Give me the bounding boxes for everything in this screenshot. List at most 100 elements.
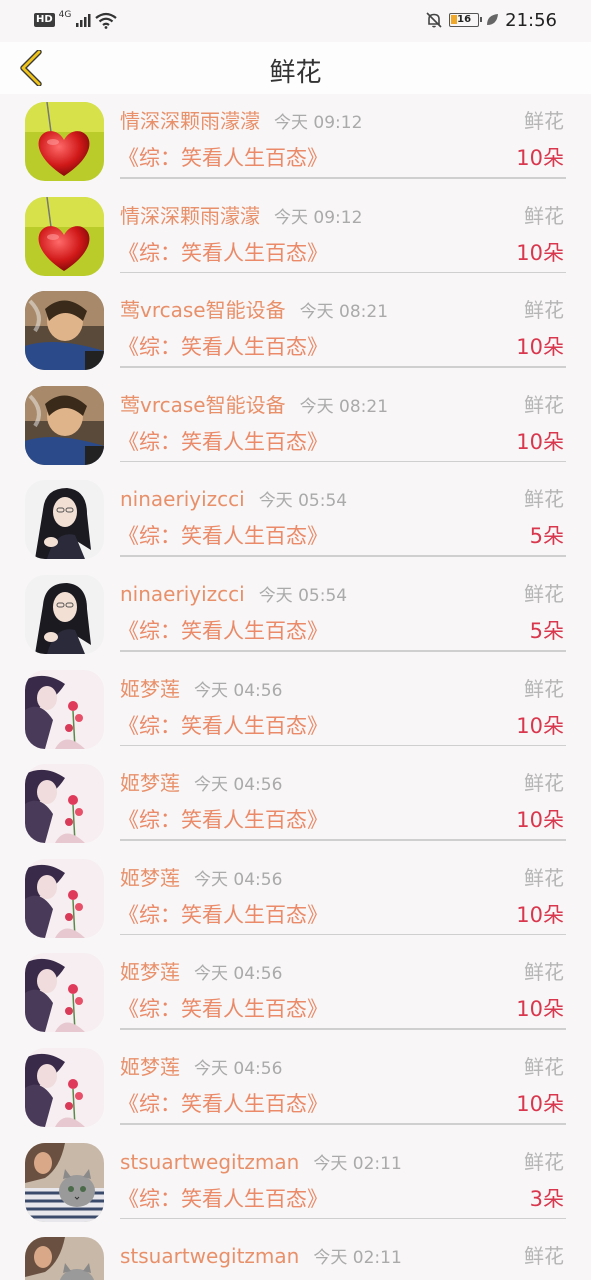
username-text: 姬梦莲: [120, 676, 180, 701]
username: ninaeriyizcci 今天 05:54: [120, 581, 347, 609]
timestamp: 今天 04:56: [194, 680, 283, 701]
gift-count: 10朵: [516, 808, 564, 833]
list-item[interactable]: 莺vrcase智能设备 今天 08:21 鲜花 《综：笑看人生百态》 10朵: [0, 283, 591, 378]
list-item[interactable]: 姬梦莲 今天 04:56 鲜花 《综：笑看人生百态》 10朵: [0, 851, 591, 946]
timestamp: 今天 02:11: [313, 1248, 402, 1269]
divider: [120, 839, 566, 841]
timestamp: 今天 05:54: [258, 491, 348, 512]
timestamp: 今天 09:12: [274, 113, 363, 133]
divider: [120, 177, 566, 179]
gift-type: 鲜花: [524, 676, 564, 701]
book-title: 《综：笑看人生百态》: [118, 429, 328, 454]
username: 莺vrcase智能设备 今天 08:21: [120, 392, 388, 420]
divider: [120, 1217, 566, 1220]
list-item[interactable]: 姬梦莲 今天 04:56 鲜花 《综：笑看人生百态》 10朵: [0, 945, 591, 1040]
avatar-image[interactable]: [25, 291, 104, 371]
gift-type: 鲜花: [524, 392, 564, 417]
username: 情深深颗雨濛濛 今天 09:12: [120, 203, 362, 231]
list-item[interactable]: ninaeriyizcci 今天 05:54 鲜花 《综：笑看人生百态》 5朵: [0, 567, 591, 662]
avatar-image[interactable]: [25, 1237, 104, 1280]
username: 姬梦莲 今天 04:56: [120, 865, 282, 893]
timestamp: 今天 08:21: [299, 302, 389, 323]
divider: [120, 1123, 566, 1125]
network-type: 4G: [58, 10, 72, 20]
username-text: 莺vrcase智能设备: [120, 392, 286, 417]
book-title: 《综：笑看人生百态》: [118, 1091, 328, 1116]
gift-list: 情深深颗雨濛濛 今天 09:12 鲜花 《综：笑看人生百态》 10朵 情深深颗雨濛…: [0, 94, 591, 1280]
divider: [120, 555, 566, 557]
username-text: stsuartwegitzman: [120, 1244, 300, 1269]
divider: [120, 650, 566, 652]
username-text: 情深深颗雨濛濛: [120, 109, 260, 133]
gift-count: 10朵: [516, 429, 564, 454]
list-item[interactable]: 情深深颗雨濛濛 今天 09:12 鲜花 《综：笑看人生百态》 10朵: [0, 189, 591, 284]
list-item[interactable]: stsuartwegitzman 今天 02:11 鲜花 《综：笑看人生百态》 3…: [0, 1135, 591, 1230]
avatar-image[interactable]: [25, 480, 104, 560]
list-item[interactable]: 莺vrcase智能设备 今天 08:21 鲜花 《综：笑看人生百态》 10朵: [0, 378, 591, 473]
gift-type: 鲜花: [524, 1149, 564, 1174]
gift-type: 鲜花: [524, 865, 564, 890]
username: 姬梦莲 今天 04:56: [120, 770, 282, 798]
avatar-image[interactable]: [25, 858, 104, 938]
gift-count: 3朵: [529, 1186, 564, 1211]
timestamp: 今天 02:11: [313, 1153, 402, 1174]
timestamp: 今天 09:12: [274, 207, 363, 228]
username: stsuartwegitzman 今天 02:11: [120, 1243, 402, 1271]
gift-type: 鲜花: [524, 203, 564, 228]
avatar-image[interactable]: [25, 1047, 104, 1127]
gift-count: 10朵: [516, 713, 564, 738]
list-item[interactable]: 姬梦莲 今天 04:56 鲜花 《综：笑看人生百态》 10朵: [0, 1040, 591, 1135]
timestamp: 今天 04:56: [194, 1058, 283, 1079]
username-text: 姬梦莲: [120, 960, 180, 985]
list-item[interactable]: 姬梦莲 今天 04:56 鲜花 《综：笑看人生百态》 10朵: [0, 662, 591, 757]
username: 姬梦莲 今天 04:56: [120, 1054, 282, 1082]
avatar-image[interactable]: [25, 764, 104, 844]
gift-count: 10朵: [516, 1091, 564, 1116]
avatar-image[interactable]: [25, 574, 104, 654]
book-title: 《综：笑看人生百态》: [118, 902, 328, 927]
gift-type: 鲜花: [524, 109, 564, 133]
username: 莺vrcase智能设备 今天 08:21: [120, 297, 388, 325]
avatar-image[interactable]: [25, 669, 104, 749]
divider: [120, 366, 566, 368]
book-title: 《综：笑看人生百态》: [118, 1186, 328, 1211]
gift-count: 10朵: [516, 240, 564, 265]
avatar-image[interactable]: [25, 102, 104, 181]
gift-count: 5朵: [529, 618, 564, 643]
list-item[interactable]: ninaeriyizcci 今天 05:54 鲜花 《综：笑看人生百态》 5朵: [0, 472, 591, 567]
gift-type: 鲜花: [524, 1054, 564, 1079]
username: stsuartwegitzman 今天 02:11: [120, 1149, 402, 1177]
bell-off-icon: [426, 12, 442, 28]
gift-type: 鲜花: [524, 771, 564, 796]
avatar-image[interactable]: [25, 1142, 104, 1222]
username: 姬梦莲 今天 04:56: [120, 959, 282, 987]
gift-type: 鲜花: [524, 581, 564, 606]
avatar-image[interactable]: [25, 953, 104, 1033]
username-text: 莺vrcase智能设备: [120, 298, 286, 323]
avatar-image[interactable]: [25, 196, 104, 276]
status-left: HD 4G: [34, 10, 118, 30]
username: ninaeriyizcci 今天 05:54: [120, 486, 347, 514]
gift-type: 鲜花: [524, 1244, 564, 1269]
status-right: 16 21:56: [425, 8, 557, 32]
username-text: ninaeriyizcci: [120, 581, 245, 606]
book-title: 《综：笑看人生百态》: [118, 808, 328, 833]
divider: [120, 933, 566, 936]
list-item[interactable]: 情深深颗雨濛濛 今天 09:12 鲜花 《综：笑看人生百态》 10朵: [0, 94, 591, 189]
list-item[interactable]: stsuartwegitzman 今天 02:11 鲜花: [0, 1229, 591, 1280]
timestamp: 今天 08:21: [299, 396, 389, 417]
gift-type: 鲜花: [524, 487, 564, 512]
timestamp: 今天 04:56: [194, 869, 283, 890]
username: 姬梦莲 今天 04:56: [120, 676, 282, 704]
gift-count: 5朵: [529, 524, 564, 549]
gift-count: 10朵: [516, 335, 564, 360]
gift-type: 鲜花: [524, 298, 564, 323]
status-bar: HD 4G 16 21:56: [0, 0, 591, 42]
list-item[interactable]: 姬梦莲 今天 04:56 鲜花 《综：笑看人生百态》 10朵: [0, 756, 591, 851]
wifi-icon: [95, 12, 118, 29]
book-title: 《综：笑看人生百态》: [118, 618, 328, 643]
signal-icon: [76, 14, 91, 27]
divider: [120, 744, 566, 747]
avatar-image[interactable]: [25, 385, 104, 465]
book-title: 《综：笑看人生百态》: [118, 146, 328, 170]
